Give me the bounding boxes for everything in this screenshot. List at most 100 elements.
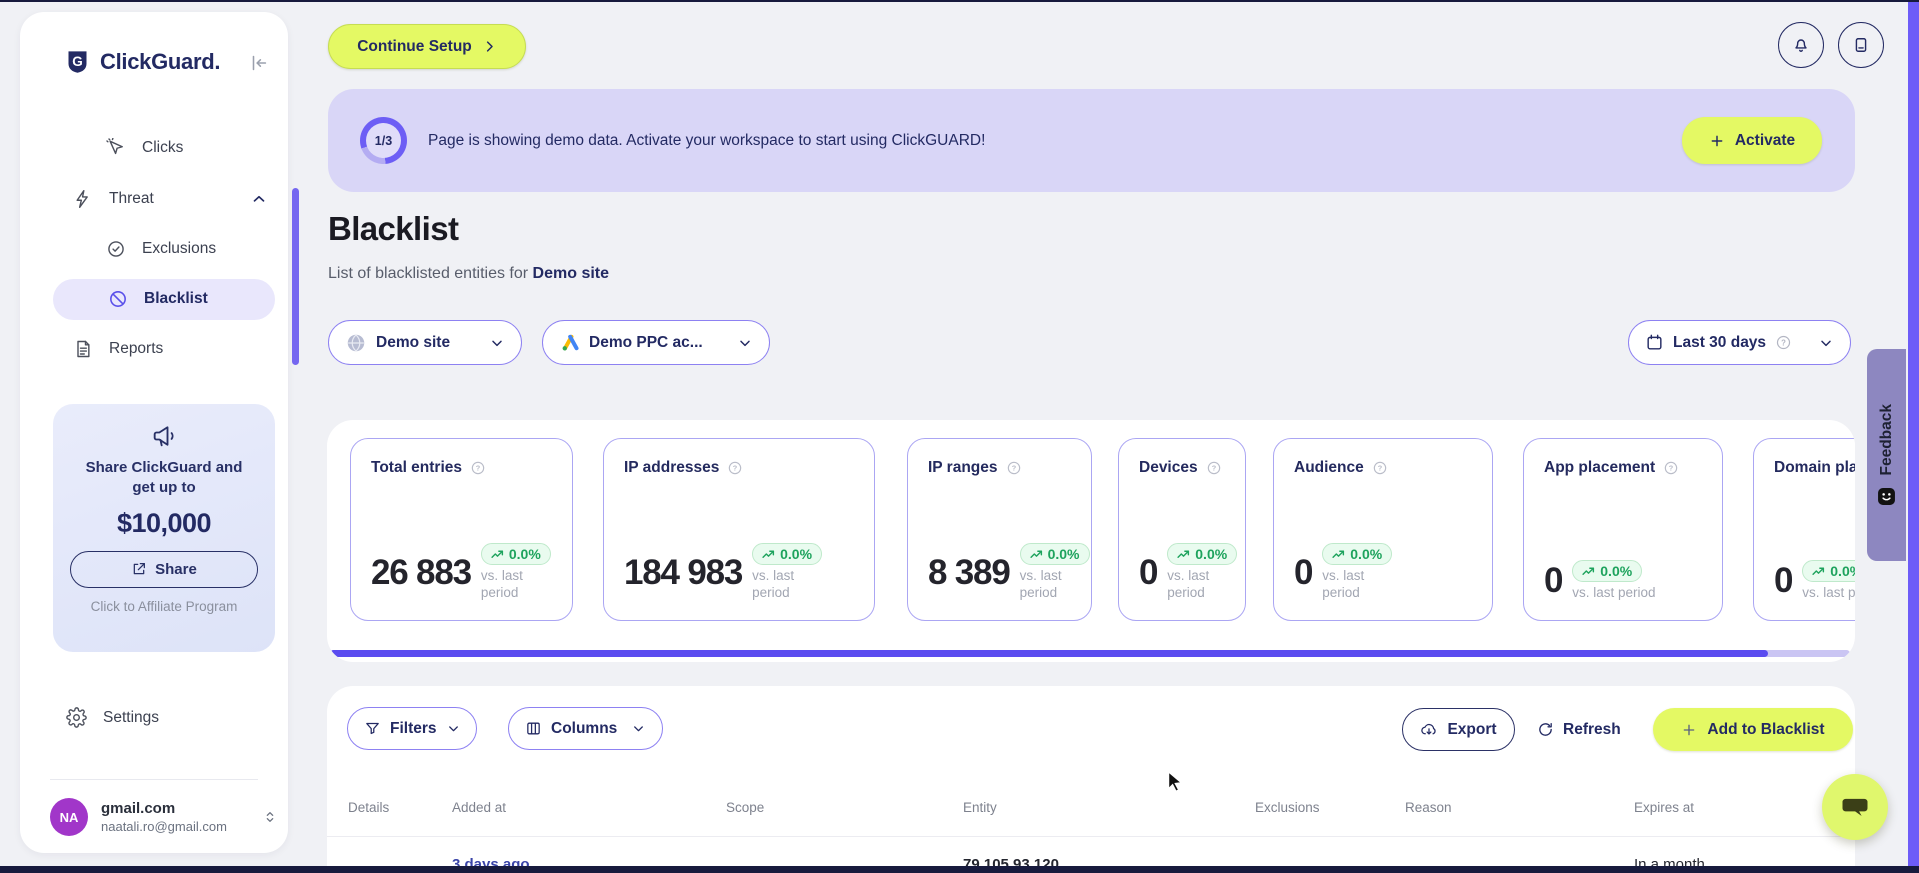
help-icon[interactable]: ? <box>470 460 486 476</box>
stat-value: 0 <box>1294 552 1313 592</box>
feedback-smiley-icon <box>1877 487 1896 506</box>
svg-text:?: ? <box>1378 464 1383 473</box>
svg-text:?: ? <box>476 464 481 473</box>
page-title: Blacklist <box>328 210 459 247</box>
calendar-icon <box>1645 333 1664 352</box>
collapse-sidebar-icon[interactable] <box>248 52 270 74</box>
stat-value: 0 <box>1544 561 1563 601</box>
sidebar-item-label: Threat <box>109 190 154 207</box>
promo-amount: $10,000 <box>116 507 212 538</box>
book-icon <box>1851 35 1871 55</box>
demo-data-banner: 1/3 Page is showing demo data. Activate … <box>328 89 1855 192</box>
add-to-blacklist-button[interactable]: Add to Blacklist <box>1653 708 1853 751</box>
stat-card-ip-addresses: IP addresses? 184 983 0.0% vs. last peri… <box>603 438 875 621</box>
help-icon[interactable]: ? <box>1006 460 1022 476</box>
stat-delta: 0.0% <box>780 546 813 563</box>
date-range-label: Last 30 days <box>1673 333 1767 351</box>
chevron-down-icon <box>489 335 505 351</box>
subtitle-prefix: List of blacklisted entities for <box>328 265 533 282</box>
sidebar-item-label: Clicks <box>142 139 184 156</box>
stat-value: 8 389 <box>928 552 1011 592</box>
banner-message: Page is showing demo data. Activate your… <box>428 131 986 149</box>
columns-button[interactable]: Columns <box>508 707 663 750</box>
blacklist-block-icon <box>108 289 128 309</box>
sidebar-item-label: Settings <box>103 708 160 726</box>
refresh-button[interactable]: Refresh <box>1537 708 1621 751</box>
logo-text: ClickGuard. <box>100 48 221 74</box>
bell-icon <box>1791 35 1811 55</box>
svg-text:?: ? <box>1211 464 1216 473</box>
docs-button[interactable] <box>1838 22 1884 68</box>
stat-delta: 0.0% <box>508 546 541 563</box>
sidebar-item-label: Blacklist <box>144 290 208 307</box>
feedback-label: Feedback <box>1877 403 1895 476</box>
stat-delta: 0.0% <box>1047 546 1080 563</box>
filters-button[interactable]: Filters <box>347 707 477 750</box>
sidebar-item-threat[interactable]: Threat <box>73 189 154 209</box>
help-icon[interactable]: ? <box>1372 460 1388 476</box>
sidebar-item-blacklist[interactable]: Blacklist <box>53 279 275 320</box>
setup-progress-ring: 1/3 <box>360 117 407 164</box>
account-switcher[interactable]: NA gmail.com naatali.ro@gmail.com <box>50 798 278 836</box>
clicks-cursor-icon <box>106 138 126 158</box>
refresh-label: Refresh <box>1563 720 1621 738</box>
stat-delta: 0.0% <box>1350 546 1383 563</box>
chevron-up-down-icon <box>262 809 278 825</box>
chevron-down-icon <box>446 721 461 736</box>
filters-label: Filters <box>390 719 437 737</box>
gear-icon <box>66 707 87 728</box>
help-icon[interactable]: ? <box>1775 334 1792 351</box>
activate-label: Activate <box>1734 131 1796 149</box>
activate-button[interactable]: Activate <box>1682 117 1822 164</box>
notifications-button[interactable] <box>1778 22 1824 68</box>
sidebar-item-exclusions[interactable]: Exclusions <box>106 239 216 259</box>
trend-up-icon <box>1582 567 1595 575</box>
col-header-added-at: Added at <box>452 800 507 815</box>
stat-value: 0 <box>1774 561 1793 601</box>
promo-caption[interactable]: Click to Affiliate Program <box>53 599 275 614</box>
continue-setup-button[interactable]: Continue Setup <box>328 24 526 69</box>
export-button[interactable]: Export <box>1402 708 1515 751</box>
plus-icon <box>1709 133 1725 149</box>
share-button[interactable]: Share <box>70 550 258 588</box>
sidebar-item-settings[interactable]: Settings <box>66 707 159 728</box>
stat-label: Domain placement <box>1774 459 1855 476</box>
col-header-scope: Scope <box>726 800 765 815</box>
chevron-down-icon <box>1818 335 1834 351</box>
svg-text:?: ? <box>1781 338 1786 347</box>
feedback-tab[interactable]: Feedback <box>1867 349 1906 561</box>
chevron-down-icon <box>631 721 646 736</box>
cloud-download-icon <box>1420 721 1438 739</box>
col-header-reason: Reason <box>1405 800 1452 815</box>
sidebar-scrollbar-thumb[interactable] <box>292 188 299 365</box>
col-header-details: Details <box>348 800 390 815</box>
logo-shield-icon: G <box>64 48 91 75</box>
page-scrollbar[interactable] <box>1908 2 1919 866</box>
help-icon[interactable]: ? <box>1663 460 1679 476</box>
export-label: Export <box>1447 720 1497 738</box>
ppc-selector-label: Demo PPC ac... <box>589 333 703 351</box>
scrollbar-thumb[interactable] <box>330 650 1768 657</box>
ppc-account-selector[interactable]: Demo PPC ac... <box>542 320 770 365</box>
help-icon[interactable]: ? <box>1206 460 1222 476</box>
chevron-up-icon[interactable] <box>250 190 268 208</box>
date-range-selector[interactable]: Last 30 days ? <box>1628 320 1851 365</box>
sidebar-item-clicks[interactable]: Clicks <box>106 138 183 158</box>
site-selector[interactable]: Demo site <box>328 320 522 365</box>
sidebar-item-reports[interactable]: Reports <box>73 339 163 359</box>
svg-text:G: G <box>72 54 83 69</box>
help-icon[interactable]: ? <box>727 460 743 476</box>
sidebar-item-label: Reports <box>109 340 164 357</box>
promo-text: Share ClickGuard and get up to <box>85 459 243 497</box>
share-label: Share <box>155 560 197 578</box>
divider <box>50 779 258 780</box>
stats-horizontal-scrollbar[interactable] <box>330 650 1850 657</box>
window-top-edge <box>0 0 1919 2</box>
stat-note: vs. last period <box>1802 585 1855 601</box>
stat-value: 0 <box>1139 552 1158 592</box>
logo[interactable]: G ClickGuard. <box>64 48 220 75</box>
columns-label: Columns <box>551 719 618 737</box>
chat-widget-button[interactable] <box>1822 774 1888 840</box>
refresh-icon <box>1537 721 1554 738</box>
stat-note: vs. last period <box>752 568 795 601</box>
